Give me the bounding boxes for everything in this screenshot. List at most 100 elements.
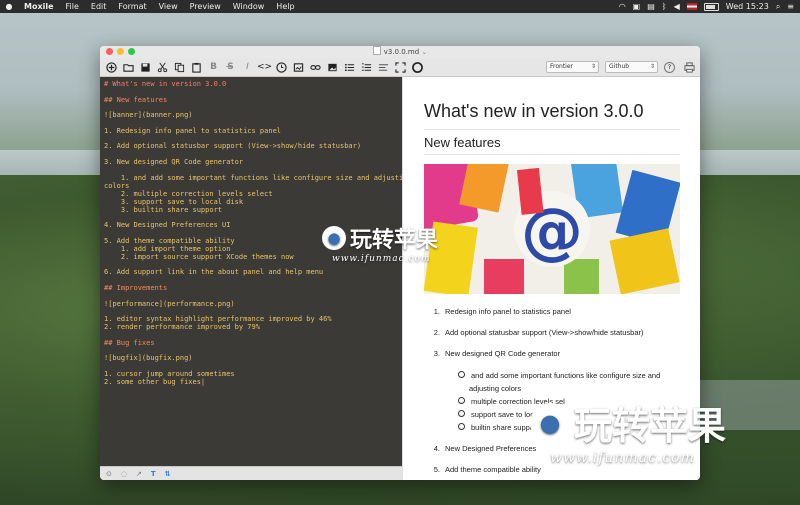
notification-center-icon[interactable]: ≡: [787, 0, 794, 13]
volume-icon[interactable]: ◀: [674, 0, 680, 13]
editor-line: 2. import source support XCode themes no…: [104, 252, 294, 261]
editor-line: 3. New designed QR Code generator: [104, 157, 244, 166]
editor-line: 2. multiple correction levels select: [104, 189, 273, 198]
status-share-icon[interactable]: ↗: [136, 470, 142, 478]
editor-theme-select[interactable]: Frontier: [546, 61, 599, 73]
spotlight-icon[interactable]: ⌕: [776, 0, 780, 13]
editor-line: 1. add import theme option: [104, 244, 231, 253]
banner-image: @: [424, 164, 680, 294]
italic-icon[interactable]: I: [240, 60, 255, 75]
editor-line: 1. Redesign info panel to statistics pan…: [104, 126, 282, 135]
editor-line: 2. some other bug fixes|: [104, 377, 206, 386]
bullet-list-icon[interactable]: [342, 60, 357, 75]
editor-line: ![banner](banner.png): [104, 111, 193, 120]
theme-icon[interactable]: [410, 60, 425, 75]
status-format-icon[interactable]: T: [151, 470, 156, 478]
chevron-down-icon[interactable]: ⌄: [421, 48, 427, 56]
status-bar: ⊙ ◌ ↗ T ⇅: [100, 466, 402, 480]
title-bar[interactable]: v3.0.0.md ⌄: [100, 46, 700, 58]
menu-preview[interactable]: Preview: [184, 0, 227, 13]
sublist-item: multiple correction levels sel: [458, 397, 565, 406]
menu-clock[interactable]: Wed 15:23: [726, 0, 769, 13]
preview-divider: [424, 129, 680, 130]
bold-icon[interactable]: B: [206, 60, 221, 75]
editor-line: 5. Add theme compatible ability: [104, 236, 235, 245]
link-icon[interactable]: [308, 60, 323, 75]
sublist-item: support save to local: [458, 410, 540, 419]
input-flag-icon[interactable]: [686, 3, 697, 10]
menu-window[interactable]: Window: [227, 0, 271, 13]
editor-line: colors: [104, 181, 130, 190]
copy-icon[interactable]: [172, 60, 187, 75]
clock-icon[interactable]: [274, 60, 289, 75]
status-circle-icon[interactable]: ⊙: [106, 470, 112, 478]
align-icon[interactable]: [376, 60, 391, 75]
menu-edit[interactable]: Edit: [85, 0, 113, 13]
markdown-preview[interactable]: What's new in version 3.0.0 New features…: [402, 77, 700, 480]
fullscreen-icon[interactable]: [393, 60, 408, 75]
sublist-item-cont: adjusting colors: [469, 384, 522, 393]
clipboard-icon[interactable]: ▤: [647, 0, 655, 13]
wifi-icon[interactable]: ◠: [619, 0, 626, 13]
menu-file[interactable]: File: [60, 0, 85, 13]
editor-line: ![performance](performance.png): [104, 299, 235, 308]
list-item: 1. Redesign info panel to statistics pane…: [433, 307, 571, 316]
picture-icon[interactable]: [325, 60, 340, 75]
list-item: 3. New designed QR Code generator: [433, 349, 561, 358]
battery-icon[interactable]: [703, 2, 719, 11]
menu-format[interactable]: Format: [112, 0, 152, 13]
markdown-editor[interactable]: # What's new in version 3.0.0 ## New feat…: [100, 77, 402, 466]
cut-icon[interactable]: [155, 60, 170, 75]
menu-view[interactable]: View: [153, 0, 184, 13]
new-icon[interactable]: [104, 60, 119, 75]
editor-line: 1. and add some important functions like…: [104, 173, 402, 182]
paste-icon[interactable]: [189, 60, 204, 75]
minimize-button[interactable]: [117, 48, 124, 55]
window-controls: [106, 48, 135, 55]
preview-heading-2: New features: [424, 135, 501, 150]
editor-line: ## Improvements: [104, 283, 168, 292]
menu-app[interactable]: Moxile: [18, 0, 60, 13]
numbered-list-icon[interactable]: [359, 60, 374, 75]
bluetooth-icon[interactable]: ᛒ: [662, 0, 667, 13]
lock-icon[interactable]: ▣: [633, 0, 641, 13]
preview-heading-1: What's new in version 3.0.0: [424, 101, 644, 121]
code-icon[interactable]: <>: [257, 60, 272, 75]
list-item: 5. Add theme compatible ability: [433, 465, 541, 474]
status-refresh-icon[interactable]: ◌: [121, 470, 127, 478]
status-sort-icon[interactable]: ⇅: [165, 470, 171, 478]
save-icon[interactable]: [138, 60, 153, 75]
menu-help[interactable]: Help: [270, 0, 300, 13]
zoom-button[interactable]: [128, 48, 135, 55]
help-icon[interactable]: ?: [664, 61, 675, 73]
editor-line: # What's new in version 3.0.0: [104, 80, 227, 88]
strikethrough-icon[interactable]: S̶: [223, 60, 238, 75]
open-folder-icon[interactable]: [121, 60, 136, 75]
image-icon[interactable]: [291, 60, 306, 75]
apple-icon[interactable]: ●: [0, 0, 18, 13]
status-menus: ◠ ▣ ▤ ᛒ ◀ Wed 15:23 ⌕ ≡: [619, 0, 800, 13]
document-icon: [372, 46, 381, 55]
sublist-item: builtin share support: [458, 423, 539, 432]
preview-theme-select[interactable]: Github: [605, 61, 658, 73]
editor-line: 2. render performance improved by 79%: [104, 323, 260, 332]
banner-graphic: @: [424, 164, 680, 294]
editor-line: 4. New Designed Preferences UI: [104, 221, 231, 230]
preview-divider: [424, 154, 680, 155]
close-button[interactable]: [106, 48, 113, 55]
editor-line: 2. Add optional statusbar support (View-…: [104, 142, 362, 151]
print-icon[interactable]: [682, 60, 697, 75]
list-item: 2. Add optional statusbar support (View->…: [433, 328, 644, 337]
editor-line: 1. editor syntax highlight performance i…: [104, 315, 332, 324]
